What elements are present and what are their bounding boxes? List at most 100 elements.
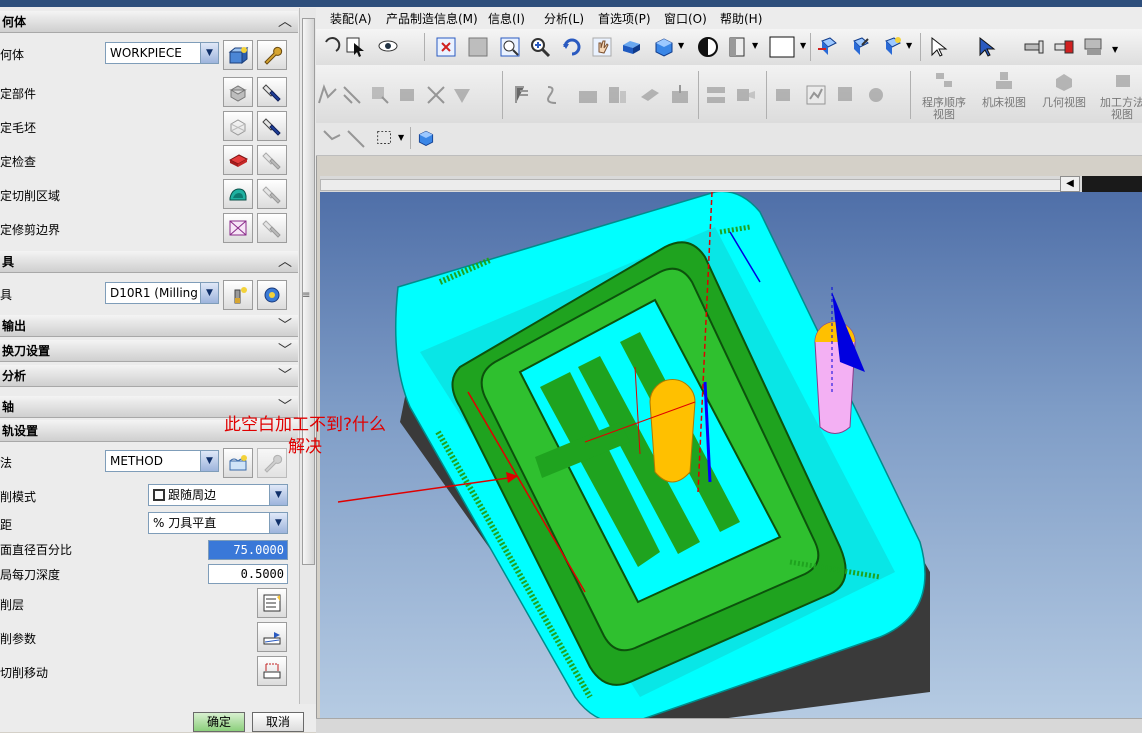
shaded-box-icon[interactable] [620,35,644,59]
toolpath-icon-3[interactable] [368,83,392,107]
select-part-button[interactable] [223,77,253,107]
generate-icon[interactable] [512,83,536,107]
cut-params-button[interactable] [257,622,287,652]
section-tool[interactable]: 具 ︿ [0,251,298,273]
transform-icon[interactable] [772,83,796,107]
chevron-down-icon[interactable]: ▼ [678,41,684,50]
program-order-view-label[interactable]: 程序顺序 视图 [916,97,972,121]
edit-geometry-button[interactable] [257,40,287,70]
menu-help[interactable]: 帮助(H) [720,10,762,27]
chevron-down-icon[interactable]: ▼ [200,43,218,63]
machining-method-view-label[interactable]: 加工方法 视图 [1094,97,1142,121]
verify-toolpath-icon[interactable] [606,83,630,107]
non-cut-moves-button[interactable] [257,656,287,686]
chevron-down-icon[interactable]: ▼ [398,133,404,142]
csys-icon-3[interactable] [880,35,904,59]
new-geometry-button[interactable] [223,40,253,70]
menu-pmi[interactable]: 产品制造信息(M) [386,10,478,27]
graphics-viewport[interactable] [320,192,1142,732]
menu-preferences[interactable]: 首选项(P) [598,10,651,27]
background-icon[interactable] [696,35,720,59]
display-blank-button[interactable] [257,111,287,141]
geometry-view-icon[interactable] [1052,69,1076,93]
chevron-down-icon[interactable]: ▼ [269,485,287,505]
toolpath-icon-6[interactable] [450,83,474,107]
toolpath-icon-2[interactable] [340,83,364,107]
menu-analysis[interactable]: 分析(L) [544,10,584,27]
menu-information[interactable]: 信息(I) [488,10,525,27]
zoom-icon[interactable] [528,35,552,59]
menu-assembly[interactable]: 装配(A) [330,10,372,27]
delete-toolpath-icon[interactable] [424,83,448,107]
undo-icon[interactable] [318,35,342,59]
display-trim-button[interactable] [257,213,287,243]
section-tool-change[interactable]: 换刀设置 ﹀ [0,340,298,362]
graphics-scrollbar[interactable]: ◀ [320,176,1142,192]
scroll-left-icon[interactable]: ◀ [1060,176,1080,192]
info-icon[interactable] [834,83,858,107]
chevron-down-icon[interactable]: ▼ [269,513,287,533]
select-blank-button[interactable] [223,111,253,141]
chevron-up-icon[interactable]: ︿ [278,11,292,33]
scrollbar-track[interactable] [320,179,1062,191]
stepover-select[interactable]: % 刀具平直 ▼ [148,512,288,534]
section-geometry[interactable]: 何体 ︿ [0,11,298,33]
replay-icon[interactable] [542,83,566,107]
tool-select[interactable]: D10R1 (Milling T ▼ [105,282,219,304]
fit-view-icon[interactable] [434,35,458,59]
simulate-machine-icon[interactable] [638,83,662,107]
cut-levels-button[interactable] [257,588,287,618]
select-cut-area-button[interactable] [223,179,253,209]
chevron-up-icon[interactable]: ︿ [278,251,292,273]
chevron-down-icon[interactable]: ▼ [200,283,218,303]
postprocess-icon[interactable] [704,83,728,107]
select-rectangle-icon[interactable] [374,127,396,149]
shop-doc-icon[interactable] [734,83,758,107]
machining-method-view-icon[interactable] [1112,69,1136,93]
edit-tool-button[interactable] [257,280,287,310]
csys-icon-2[interactable] [848,35,872,59]
chevron-down-icon[interactable]: ﹀ [278,340,292,362]
menu-window[interactable]: 窗口(O) [664,10,707,27]
pan-icon[interactable] [590,35,614,59]
select-check-button[interactable] [223,145,253,175]
display-cut-area-button[interactable] [257,179,287,209]
cancel-button[interactable]: 取消 [252,712,304,732]
toolpath-icon-4[interactable] [396,83,420,107]
part-model-scene[interactable] [320,192,1142,732]
render-style-icon[interactable] [652,35,676,59]
new-tool-button[interactable] [223,280,253,310]
tool-diameter-percent-input[interactable]: 75.0000 [208,540,288,560]
select-filter-icon[interactable] [344,35,368,59]
chevron-down-icon[interactable]: ▼ [752,41,758,50]
chevron-down-icon[interactable]: ﹀ [278,365,292,387]
machine-tool-icon[interactable] [1022,35,1046,59]
dialog-scrollbar[interactable]: ≡ [299,8,316,704]
depth-per-cut-input[interactable]: 0.5000 [208,564,288,584]
chevron-down-icon[interactable]: ▼ [1112,45,1118,54]
rotate-icon[interactable] [560,35,584,59]
geometry-select[interactable]: WORKPIECE ▼ [105,42,219,64]
section-view-icon[interactable] [726,35,750,59]
ok-button[interactable]: 确定 [193,712,245,732]
zoom-window-icon[interactable] [498,35,522,59]
select-trim-button[interactable] [223,213,253,243]
display-check-button[interactable] [257,145,287,175]
cube-icon[interactable] [416,128,436,148]
display-part-button[interactable] [257,77,287,107]
chevron-down-icon[interactable]: ﹀ [278,315,292,337]
verify-icon[interactable] [1082,35,1106,59]
cut-pattern-select[interactable]: 跟随周边 ▼ [148,484,288,506]
feed-rate-icon[interactable] [864,83,888,107]
zoom-region-icon[interactable] [466,35,490,59]
gouge-check-icon[interactable] [668,83,692,107]
section-analysis[interactable]: 分析 ﹀ [0,365,298,387]
chevron-down-icon[interactable]: ▼ [906,41,912,50]
eye-icon[interactable] [376,35,400,59]
snap-icon-2[interactable] [344,127,368,151]
machine-tool-view-icon[interactable] [992,69,1016,93]
chevron-down-icon[interactable]: ▼ [800,41,806,50]
layer-color-icon[interactable] [768,34,796,60]
list-toolpath-icon[interactable] [576,83,600,107]
csys-icon-1[interactable] [816,35,840,59]
